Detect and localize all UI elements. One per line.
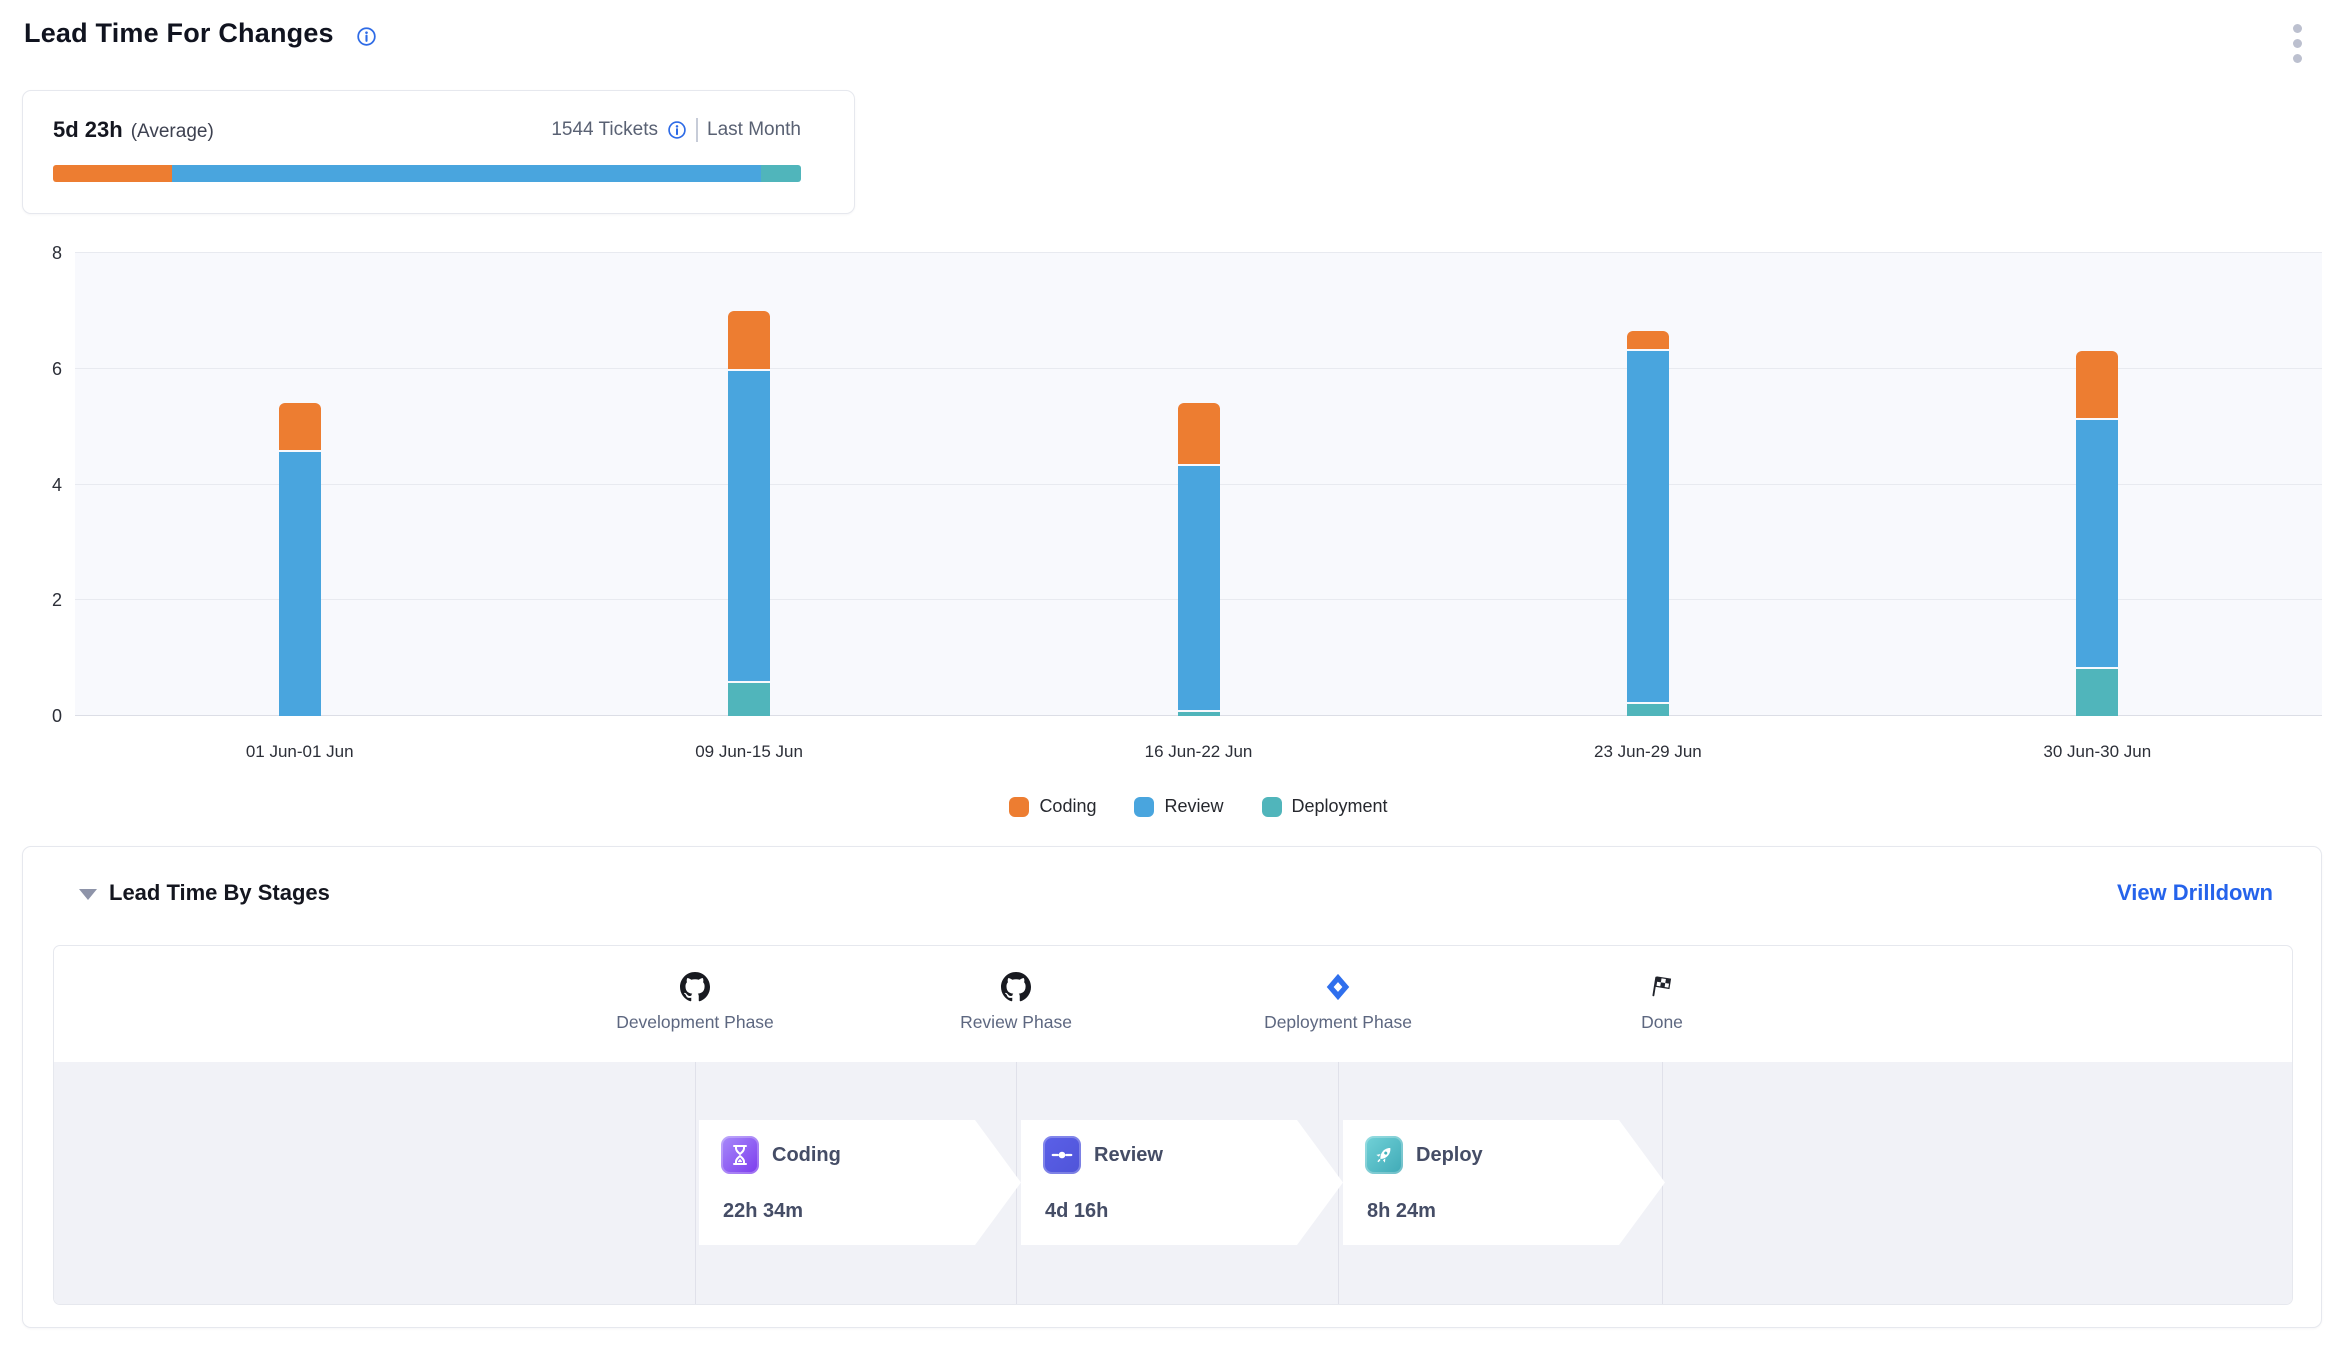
stage-card-coding[interactable]: Coding 22h 34m — [699, 1120, 1021, 1245]
stage-label: Deploy — [1416, 1144, 1483, 1167]
stage-card-review[interactable]: Review 4d 16h — [1021, 1120, 1343, 1245]
bar-segment-review[interactable] — [1627, 351, 1669, 702]
deployment-diamond-icon — [1323, 972, 1353, 1002]
bar-segment-deployment[interactable] — [2076, 669, 2118, 716]
chart-legend: Coding Review Deployment — [75, 796, 2322, 817]
phase-header-done: Done — [1552, 946, 1772, 1062]
legend-swatch — [1134, 797, 1154, 817]
legend-swatch — [1262, 797, 1282, 817]
phase-label: Deployment Phase — [1228, 1012, 1448, 1033]
bar-group-09-jun-15-jun[interactable] — [728, 253, 770, 716]
legend-swatch — [1009, 797, 1029, 817]
bar-segment-coding[interactable] — [279, 403, 321, 449]
column-divider — [695, 1062, 696, 1305]
x-tick-label: 09 Jun-15 Jun — [695, 742, 803, 762]
bar-group-30-jun-30-jun[interactable] — [2076, 253, 2118, 716]
lead-time-by-stages-section: Lead Time By Stages View Drilldown Devel… — [22, 846, 2322, 1328]
bar-segment-review[interactable] — [1178, 466, 1220, 710]
rocket-icon — [1365, 1136, 1403, 1174]
bar-segment-review[interactable] — [279, 452, 321, 716]
stages-section-title: Lead Time By Stages — [109, 880, 330, 906]
x-tick-label: 23 Jun-29 Jun — [1594, 742, 1702, 762]
stage-duration: 22h 34m — [723, 1200, 803, 1223]
bar-group-01-jun-01-jun[interactable] — [279, 253, 321, 716]
x-tick-label: 01 Jun-01 Jun — [246, 742, 354, 762]
stage-duration: 8h 24m — [1367, 1200, 1436, 1223]
y-tick-label: 0 — [14, 705, 62, 727]
github-icon — [1001, 972, 1031, 1002]
bar-segment-coding[interactable] — [1627, 331, 1669, 348]
y-tick-label: 6 — [14, 358, 62, 380]
legend-label: Review — [1164, 796, 1223, 817]
legend-item-deployment[interactable]: Deployment — [1262, 796, 1388, 817]
phase-label: Review Phase — [906, 1012, 1126, 1033]
lead-time-chart: 0 2 4 6 8 01 Jun-01 Jun 09 Jun-15 Jun 16 Jun-2… — [0, 0, 2344, 840]
lead-time-dashboard: Lead Time For Changes 5d 23h (Average) 1… — [0, 0, 2344, 1352]
bar-segment-deployment[interactable] — [1627, 704, 1669, 716]
bar-group-16-jun-22-jun[interactable] — [1178, 253, 1220, 716]
y-tick-label: 8 — [14, 242, 62, 264]
stage-flow-body: Coding 22h 34m Review 4d 16h Deploy 8h 24m — [54, 1062, 2293, 1305]
phase-label: Done — [1552, 1012, 1772, 1033]
stage-card-deploy[interactable]: Deploy 8h 24m — [1343, 1120, 1665, 1245]
stage-label: Review — [1094, 1144, 1163, 1167]
phase-header-review-phase: Review Phase — [906, 946, 1126, 1062]
legend-label: Coding — [1039, 796, 1096, 817]
github-icon — [680, 972, 710, 1002]
phase-header-development-phase: Development Phase — [585, 946, 805, 1062]
stage-flow-table: Development Phase Review Phase Deployment … — [53, 945, 2293, 1305]
commit-icon — [1043, 1136, 1081, 1174]
y-tick-label: 2 — [14, 589, 62, 611]
hourglass-icon — [721, 1136, 759, 1174]
bar-group-23-jun-29-jun[interactable] — [1627, 253, 1669, 716]
collapse-chevron-down-icon[interactable] — [79, 889, 97, 900]
bar-segment-coding[interactable] — [2076, 351, 2118, 418]
chart-plot — [75, 253, 2322, 716]
bar-segment-deployment[interactable] — [1178, 712, 1220, 716]
view-drilldown-link[interactable]: View Drilldown — [2117, 880, 2273, 906]
legend-label: Deployment — [1292, 796, 1388, 817]
legend-item-review[interactable]: Review — [1134, 796, 1223, 817]
phase-label: Development Phase — [585, 1012, 805, 1033]
x-axis: 01 Jun-01 Jun 09 Jun-15 Jun 16 Jun-22 Jun 2… — [75, 742, 2322, 766]
y-tick-label: 4 — [14, 474, 62, 496]
bar-segment-review[interactable] — [2076, 420, 2118, 667]
bar-segment-deployment[interactable] — [728, 683, 770, 716]
x-tick-label: 30 Jun-30 Jun — [2043, 742, 2151, 762]
bar-segment-coding[interactable] — [1178, 403, 1220, 464]
stage-duration: 4d 16h — [1045, 1200, 1108, 1223]
checkered-flag-icon — [1647, 972, 1677, 1002]
stage-label: Coding — [772, 1144, 841, 1167]
bar-segment-review[interactable] — [728, 371, 770, 682]
x-tick-label: 16 Jun-22 Jun — [1145, 742, 1253, 762]
phase-header-deployment-phase: Deployment Phase — [1228, 946, 1448, 1062]
legend-item-coding[interactable]: Coding — [1009, 796, 1096, 817]
bar-segment-coding[interactable] — [728, 311, 770, 369]
